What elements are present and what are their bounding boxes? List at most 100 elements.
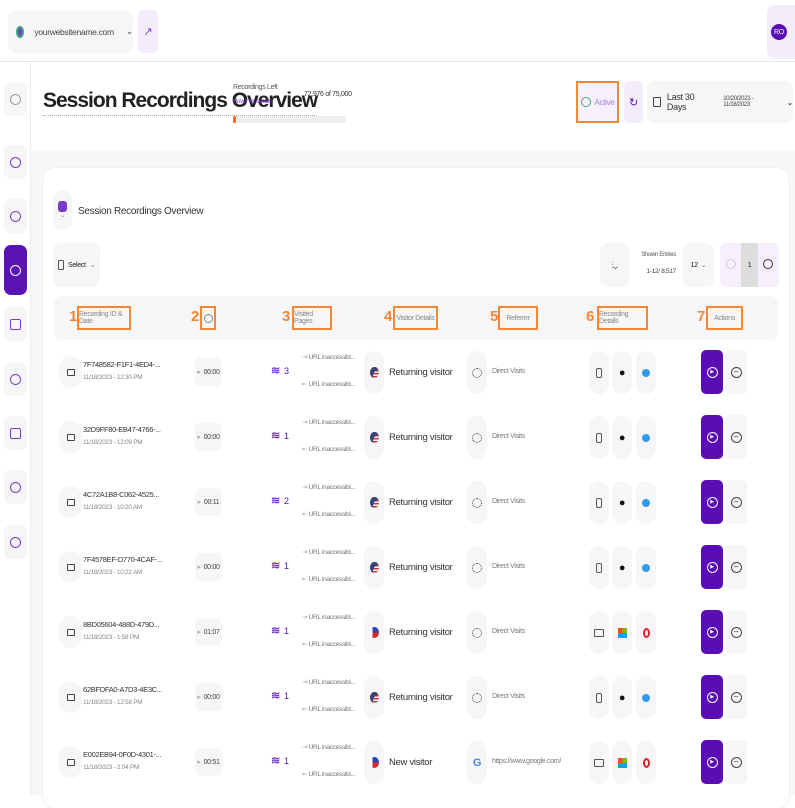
sidebar-item-feedback[interactable] <box>4 307 27 341</box>
shown-entries-label: Shown Entries <box>641 252 676 258</box>
date-range-picker[interactable]: Last 30 Days 10/20/2023 - 11/18/2023 ⌄ <box>647 81 793 123</box>
column-header[interactable]: Recording ID & Date <box>77 306 131 330</box>
visitor-type: Returning visitor <box>389 627 453 638</box>
column-header[interactable]: Visitor Details <box>393 306 438 330</box>
exit-icon: ⇤ <box>302 446 309 453</box>
refresh-icon[interactable]: ↻ <box>624 81 643 123</box>
column-filter-button[interactable]: ⫶⌄ <box>600 243 629 287</box>
minus-circle-icon: – <box>730 691 742 703</box>
sidebar-item-tools[interactable] <box>4 416 27 450</box>
chevron-down-icon: ⌄ <box>60 213 65 219</box>
duration: ▸ 00:00 <box>195 553 222 581</box>
play-recording-button[interactable]: ▶ <box>701 610 723 654</box>
select-dropdown[interactable]: Select ⌄ <box>53 243 100 287</box>
entry-url: ⇥ URL inaccessibl... <box>302 743 355 751</box>
status-active-button[interactable]: Active <box>576 81 619 123</box>
column-number: 1 <box>69 308 78 325</box>
play-icon: ▸ <box>197 759 201 766</box>
play-recording-button[interactable]: ▶ <box>701 545 723 589</box>
duration: ▸ 00:00 <box>195 358 222 386</box>
recording-id[interactable]: 7F4578EF-D770-4CAF-... <box>83 555 163 564</box>
ph-flag-icon <box>364 741 384 784</box>
column-header[interactable] <box>200 306 216 330</box>
pie-chart-icon <box>10 156 21 168</box>
clock-icon <box>203 313 213 323</box>
hover-details-link[interactable]: Hover for details <box>233 99 272 105</box>
entry-url: ⇥ URL inaccessibl... <box>302 678 355 686</box>
referrer: Direct Visits <box>492 628 525 635</box>
referrer: Direct Visits <box>492 433 525 440</box>
apple-icon: ● <box>612 351 632 394</box>
sidebar-item-security[interactable] <box>4 362 27 396</box>
exclude-recording-button[interactable]: – <box>725 675 747 719</box>
external-link-icon[interactable]: ↗ <box>138 10 158 53</box>
sidebar-item-analytics[interactable] <box>4 199 27 233</box>
play-recording-button[interactable]: ▶ <box>701 350 723 394</box>
card-icon-toggle[interactable]: ⌄ <box>53 190 72 230</box>
recording-id[interactable]: 32D9FF80-EB47-4766-... <box>83 425 161 434</box>
exclude-recording-button[interactable]: – <box>725 740 747 784</box>
column-header[interactable]: Actions <box>706 306 743 330</box>
column-number: 7 <box>697 308 706 325</box>
us-flag-icon <box>364 416 384 459</box>
website-selector[interactable]: yourwebsitename.com ⌄ <box>8 10 133 53</box>
ph-flag-icon <box>364 611 384 654</box>
play-recording-button[interactable]: ▶ <box>701 415 723 459</box>
column-header[interactable]: Recording Details <box>597 306 648 330</box>
current-page[interactable]: 1 <box>741 243 758 287</box>
next-page-icon[interactable] <box>763 259 773 269</box>
exclude-recording-button[interactable]: – <box>725 415 747 459</box>
exclude-recording-button[interactable]: – <box>725 350 747 394</box>
minus-circle-icon: – <box>730 561 742 573</box>
sidebar-item-account[interactable] <box>4 525 27 559</box>
visited-pages-count: 1 <box>284 756 289 766</box>
recording-id[interactable]: 4C72A1B8-C062-4525... <box>83 490 159 499</box>
apple-icon: ● <box>612 481 632 524</box>
per-page-select[interactable]: 12 ⌄ <box>683 243 714 287</box>
play-recording-button[interactable]: ▶ <box>701 480 723 524</box>
play-icon: ▶ <box>706 756 718 768</box>
exit-url: ⇤ URL inaccessibl... <box>302 770 355 778</box>
minus-circle-icon: – <box>730 366 742 378</box>
duration: ▸ 00:00 <box>195 423 222 451</box>
recording-id[interactable]: 62BFDFA0-A7D3-4E3C... <box>83 685 162 694</box>
opera-icon <box>636 611 656 654</box>
entry-url-text: URL inaccessibl... <box>308 549 356 556</box>
layers-icon: ≋ <box>271 755 280 767</box>
column-header[interactable]: Referrer <box>498 306 538 330</box>
play-icon: ▶ <box>706 561 718 573</box>
column-header-label: Recording Details <box>599 311 629 325</box>
prev-page-icon[interactable] <box>726 259 736 269</box>
sidebar-item-recordings[interactable] <box>4 245 27 295</box>
play-recording-button[interactable]: ▶ <box>701 675 723 719</box>
exclude-recording-button[interactable]: – <box>725 545 747 589</box>
recording-date: 11/18/2023 - 10:22 AM <box>83 569 142 576</box>
recordings-icon <box>58 201 67 212</box>
recording-id[interactable]: E002EB94-0F0D-4301-... <box>83 750 161 759</box>
exit-icon: ⇤ <box>302 771 309 778</box>
shown-entries-value: 1-12/ 8,517 <box>646 268 676 275</box>
column-header[interactable]: Visited Pages <box>292 306 332 330</box>
sidebar-item-settings[interactable] <box>4 470 27 504</box>
referrer: Direct Visits <box>492 498 525 505</box>
duration-value: 00:00 <box>203 433 220 441</box>
layers-icon: ≋ <box>271 365 280 377</box>
sidebar-item-dashboard[interactable] <box>4 145 27 179</box>
safari-icon <box>636 546 656 589</box>
mobile-icon <box>589 676 609 719</box>
sidebar-collapse-button[interactable] <box>4 82 27 116</box>
recording-id[interactable]: 8BD05604-488D-479D... <box>83 620 160 629</box>
exit-url-text: URL inaccessibl... <box>308 771 356 778</box>
play-recording-button[interactable]: ▶ <box>701 740 723 784</box>
referrer[interactable]: https://www.google.com/ <box>492 758 561 765</box>
user-menu[interactable]: RO <box>767 5 795 59</box>
safari-icon <box>636 676 656 719</box>
entry-icon: ⇥ <box>302 744 309 751</box>
checkbox-icon <box>58 260 64 270</box>
recording-icon <box>10 264 21 276</box>
recording-id[interactable]: 7F748582-F1F1-4ED4-... <box>83 360 161 369</box>
exclude-recording-button[interactable]: – <box>725 610 747 654</box>
recording-date: 11/18/2023 - 2:04 PM <box>83 764 140 771</box>
duration-value: 00:11 <box>203 498 220 506</box>
exclude-recording-button[interactable]: – <box>725 480 747 524</box>
